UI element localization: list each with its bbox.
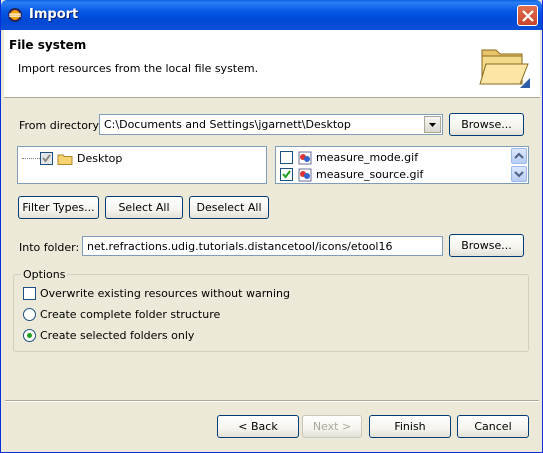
scroll-up-button[interactable] [511, 148, 527, 164]
tree-item-desktop[interactable]: Desktop [22, 151, 142, 167]
folder-open-icon [479, 49, 530, 88]
file-item-measure-source[interactable]: measure_source.gif [280, 167, 500, 184]
dropdown-arrow[interactable] [424, 116, 441, 133]
from-directory-value: C:\Documents and Settings\jgarnett\Deskt… [104, 118, 351, 131]
file-item-label: measure_mode.gif [316, 151, 419, 164]
filter-types-button[interactable]: Filter Types... [18, 196, 99, 219]
browse-directory-button[interactable]: Browse... [449, 113, 524, 136]
checkmark-icon [42, 154, 51, 163]
options-legend: Options [21, 268, 68, 281]
close-button[interactable] [517, 5, 538, 26]
scroll-down-button[interactable] [511, 166, 527, 182]
create-structure-label: Create complete folder structure [40, 308, 221, 321]
measure-source-checkbox[interactable] [280, 168, 293, 181]
chevron-down-icon [514, 171, 524, 178]
next-button[interactable]: Next > [302, 415, 362, 438]
checkmark-icon [282, 170, 291, 179]
page-description: Import resources from the local file sys… [18, 62, 259, 75]
cancel-button[interactable]: Cancel [457, 415, 529, 438]
finish-button[interactable]: Finish [369, 415, 451, 438]
window-title: Import [29, 7, 79, 22]
footer-separator [5, 400, 539, 402]
file-item-label: measure_source.gif [316, 168, 424, 181]
eclipse-icon [8, 8, 22, 22]
overwrite-checkbox[interactable] [23, 287, 36, 300]
create-structure-option[interactable]: Create complete folder structure [23, 307, 223, 323]
from-directory-label: From directory: [19, 119, 102, 132]
import-dialog: Import File system Import resources from… [0, 0, 543, 453]
tree-connector [22, 158, 40, 159]
create-selected-option[interactable]: Create selected folders only [23, 328, 223, 344]
into-folder-field[interactable]: net.refractions.udig.tutorials.distancet… [82, 236, 443, 256]
into-folder-value: net.refractions.udig.tutorials.distancet… [87, 240, 393, 253]
overwrite-option[interactable]: Overwrite existing resources without war… [23, 286, 290, 302]
tree-item-label: Desktop [77, 152, 123, 165]
into-folder-label: Into folder: [19, 241, 80, 254]
file-list[interactable]: measure_mode.gif measure_source.gif [275, 146, 529, 184]
file-item-measure-mode[interactable]: measure_mode.gif [280, 150, 500, 167]
create-selected-label: Create selected folders only [40, 329, 195, 342]
desktop-checkbox[interactable] [40, 152, 53, 165]
page-title: File system [9, 38, 87, 52]
chevron-up-icon [514, 152, 524, 159]
from-directory-combo[interactable]: C:\Documents and Settings\jgarnett\Deskt… [99, 114, 443, 135]
chevron-down-icon [429, 123, 436, 127]
radio-selected-dot [27, 333, 32, 338]
overwrite-label: Overwrite existing resources without war… [40, 287, 291, 300]
back-button[interactable]: < Back [217, 415, 299, 438]
gif-file-icon [298, 168, 312, 182]
create-selected-radio[interactable] [23, 329, 36, 342]
gif-file-icon [298, 151, 312, 165]
close-icon [522, 10, 534, 22]
wizard-header: File system Import resources from the lo… [4, 30, 540, 98]
folder-tree[interactable]: Desktop [17, 146, 267, 184]
browse-folder-button[interactable]: Browse... [449, 234, 524, 257]
deselect-all-button[interactable]: Deselect All [189, 196, 269, 219]
title-bar[interactable]: Import [1, 0, 542, 30]
folder-icon [57, 154, 73, 165]
create-structure-radio[interactable] [23, 308, 36, 321]
measure-mode-checkbox[interactable] [280, 151, 293, 164]
select-all-button[interactable]: Select All [105, 196, 183, 219]
